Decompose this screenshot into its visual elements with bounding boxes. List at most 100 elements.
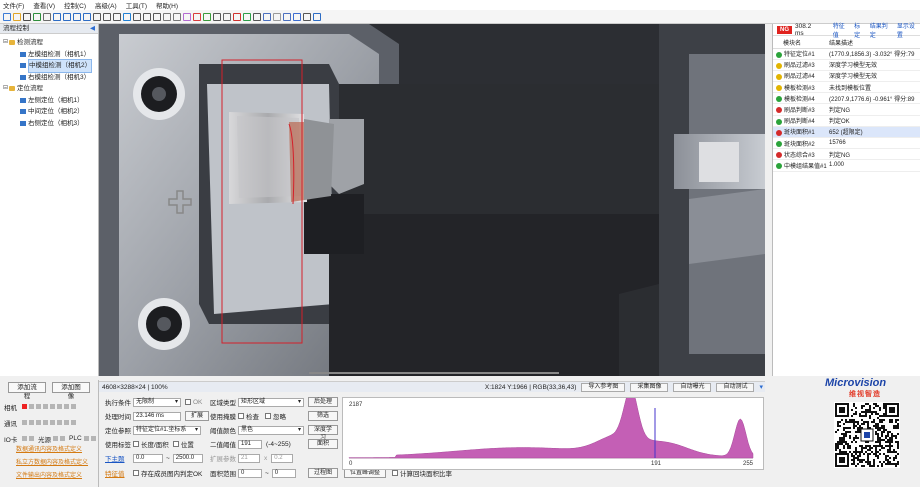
zoom-out-icon[interactable]	[63, 12, 71, 21]
result-row[interactable]: 刷品过滤#3 深度学习模型无效	[773, 59, 920, 71]
capture-image-button[interactable]: 采集图像	[630, 382, 669, 392]
tree-item-right-detect[interactable]: 右模组检测（相机3）	[0, 72, 98, 84]
stop-icon[interactable]	[133, 12, 141, 21]
expand-b-field[interactable]: 0.2	[271, 453, 294, 463]
calibrate-link[interactable]: 标定	[854, 21, 866, 39]
process-view-button[interactable]: 过程图	[308, 468, 338, 478]
zoom-fit-icon[interactable]	[73, 12, 81, 21]
check-icon[interactable]	[243, 12, 251, 21]
area-max-field[interactable]: 0	[271, 468, 296, 478]
target-icon[interactable]	[193, 12, 201, 21]
tree-group-locate[interactable]: ⊟ 定位流程	[0, 83, 98, 95]
file-output-format-link[interactable]: 文件输出内容及格式定义	[0, 470, 98, 483]
export-icon[interactable]	[273, 12, 281, 21]
result-judge-link[interactable]: 结果判定	[870, 21, 893, 39]
menu-view[interactable]: 查看(V)	[33, 0, 55, 10]
filter-button[interactable]: 筛选	[308, 411, 338, 421]
menu-tools[interactable]: 工具(T)	[126, 0, 147, 10]
status-indicator	[64, 404, 69, 409]
cross-icon[interactable]	[203, 12, 211, 21]
menu-control[interactable]: 控制(C)	[64, 0, 86, 10]
range-min-field[interactable]: 0.0	[133, 453, 163, 463]
mask-check-checkbox[interactable]	[238, 413, 244, 419]
histogram-panel[interactable]: 2187 0 191 255	[342, 388, 764, 470]
screen-icon[interactable]	[293, 12, 301, 21]
result-row[interactable]: 模板检测#3 未找到模板位置	[773, 81, 920, 94]
measure-icon[interactable]	[173, 12, 181, 21]
auto-exposure-button[interactable]: 自动曝光	[673, 382, 712, 392]
result-row[interactable]: 刷品过滤#4 深度学习模型无效	[773, 70, 920, 83]
binarize-field[interactable]: 191	[238, 439, 262, 449]
tree-group-detect[interactable]: ⊟ 检测流程	[0, 37, 98, 49]
image-viewer[interactable]	[99, 24, 765, 376]
area-button[interactable]: 面积	[308, 439, 338, 449]
new-icon[interactable]	[3, 12, 11, 21]
length-area-checkbox[interactable]	[133, 441, 139, 447]
location-icon[interactable]	[233, 12, 241, 21]
window-icon[interactable]	[303, 12, 311, 21]
exec-condition-select[interactable]: 无限制	[133, 397, 181, 407]
record-icon[interactable]	[143, 12, 151, 21]
open-icon[interactable]	[13, 12, 21, 21]
tree-item-mid-locate[interactable]: 中间定位（相机2）	[0, 106, 98, 118]
rect-icon[interactable]	[223, 12, 231, 21]
grid-icon[interactable]	[43, 12, 51, 21]
tree-item-mid-detect[interactable]: 中模组检测（相机2）	[0, 59, 98, 73]
play-icon[interactable]	[123, 12, 131, 21]
postprocess-button[interactable]: 后处理	[308, 397, 338, 407]
auto-test-button[interactable]: 自动测试	[716, 382, 755, 392]
result-row[interactable]: 斑块面积#1 652 (超限定)	[773, 126, 920, 139]
ok-checkbox[interactable]	[185, 398, 191, 405]
menu-help[interactable]: 帮助(H)	[156, 0, 178, 10]
feature-value-link[interactable]: 特征值	[833, 21, 850, 39]
collapse-arrow-icon[interactable]: ◀	[90, 24, 95, 34]
settings-icon[interactable]	[313, 12, 321, 21]
zoom-reset-icon[interactable]	[83, 12, 91, 21]
range-max-field[interactable]: 2500.0	[172, 453, 203, 463]
anchor-select[interactable]: 特征定位#1.坐标系	[133, 425, 201, 435]
saveas-icon[interactable]	[33, 12, 41, 21]
result-row[interactable]: 模板检测#4 (2207.9,1776.6) -0.961° 得分:89	[773, 92, 920, 105]
expand-chevron-icon[interactable]: ▾	[759, 383, 763, 391]
comm-format-link[interactable]: 数据通讯内容及格式定义	[0, 444, 98, 457]
folder-icon[interactable]	[283, 12, 291, 21]
display-settings-link[interactable]: 显示设置	[897, 21, 920, 39]
menu-advanced[interactable]: 高级(A)	[95, 0, 117, 10]
lower-limit-link[interactable]: 下主题	[105, 453, 133, 463]
color-icon[interactable]	[183, 12, 191, 21]
tree-item-left-locate[interactable]: 左侧定位（相机1）	[0, 95, 98, 107]
expand-a-field[interactable]: 21	[238, 453, 260, 463]
folder-icon	[9, 86, 15, 92]
feature-link[interactable]: 特征值	[105, 468, 133, 478]
menu-file[interactable]: 文件(F)	[3, 0, 24, 10]
move-icon[interactable]	[103, 12, 111, 21]
import-reference-button[interactable]: 导入参考图	[581, 382, 626, 392]
expand-button[interactable]: 扩展	[185, 411, 210, 421]
deep-learning-button[interactable]: 深度学习	[308, 425, 338, 441]
grid2-icon[interactable]	[213, 12, 221, 21]
result-row[interactable]: 刷品判断#4 判定OK	[773, 115, 920, 127]
print-icon[interactable]	[253, 12, 261, 21]
add-image-button[interactable]: 添加图像	[52, 382, 90, 400]
mask-ignore-checkbox[interactable]	[265, 413, 271, 419]
ruler-icon[interactable]	[163, 12, 171, 21]
feature-checkbox[interactable]	[133, 470, 139, 476]
result-row[interactable]: 刷品判断#3 判定NG	[773, 103, 920, 116]
result-row[interactable]: 特征定位#1 (1770.9,1856.3) -3.032° 得分:79	[773, 48, 920, 60]
crop-icon[interactable]	[153, 12, 161, 21]
camera-icon[interactable]	[263, 12, 271, 21]
tree-item-right-locate[interactable]: 右侧定位（相机3）	[0, 118, 98, 130]
cursor-icon[interactable]	[113, 12, 121, 21]
position-checkbox[interactable]	[172, 441, 179, 447]
result-row[interactable]: 斑块面积#2 15766	[773, 137, 920, 150]
color-select[interactable]: 黑色	[238, 425, 304, 435]
area-min-field[interactable]: 0	[238, 468, 262, 478]
region-type-select[interactable]: 矩形区域	[238, 397, 304, 407]
result-row[interactable]: 中模组结果值#1 1.000	[773, 159, 920, 172]
add-process-button[interactable]: 添加流程	[8, 382, 46, 400]
pan-icon[interactable]	[93, 12, 101, 21]
private-format-link[interactable]: 私立方数据内容及格式定义	[0, 457, 98, 470]
zoom-in-icon[interactable]	[53, 12, 61, 21]
result-row[interactable]: 状态综合#3 判定NG	[773, 148, 920, 161]
save-icon[interactable]	[23, 12, 31, 21]
